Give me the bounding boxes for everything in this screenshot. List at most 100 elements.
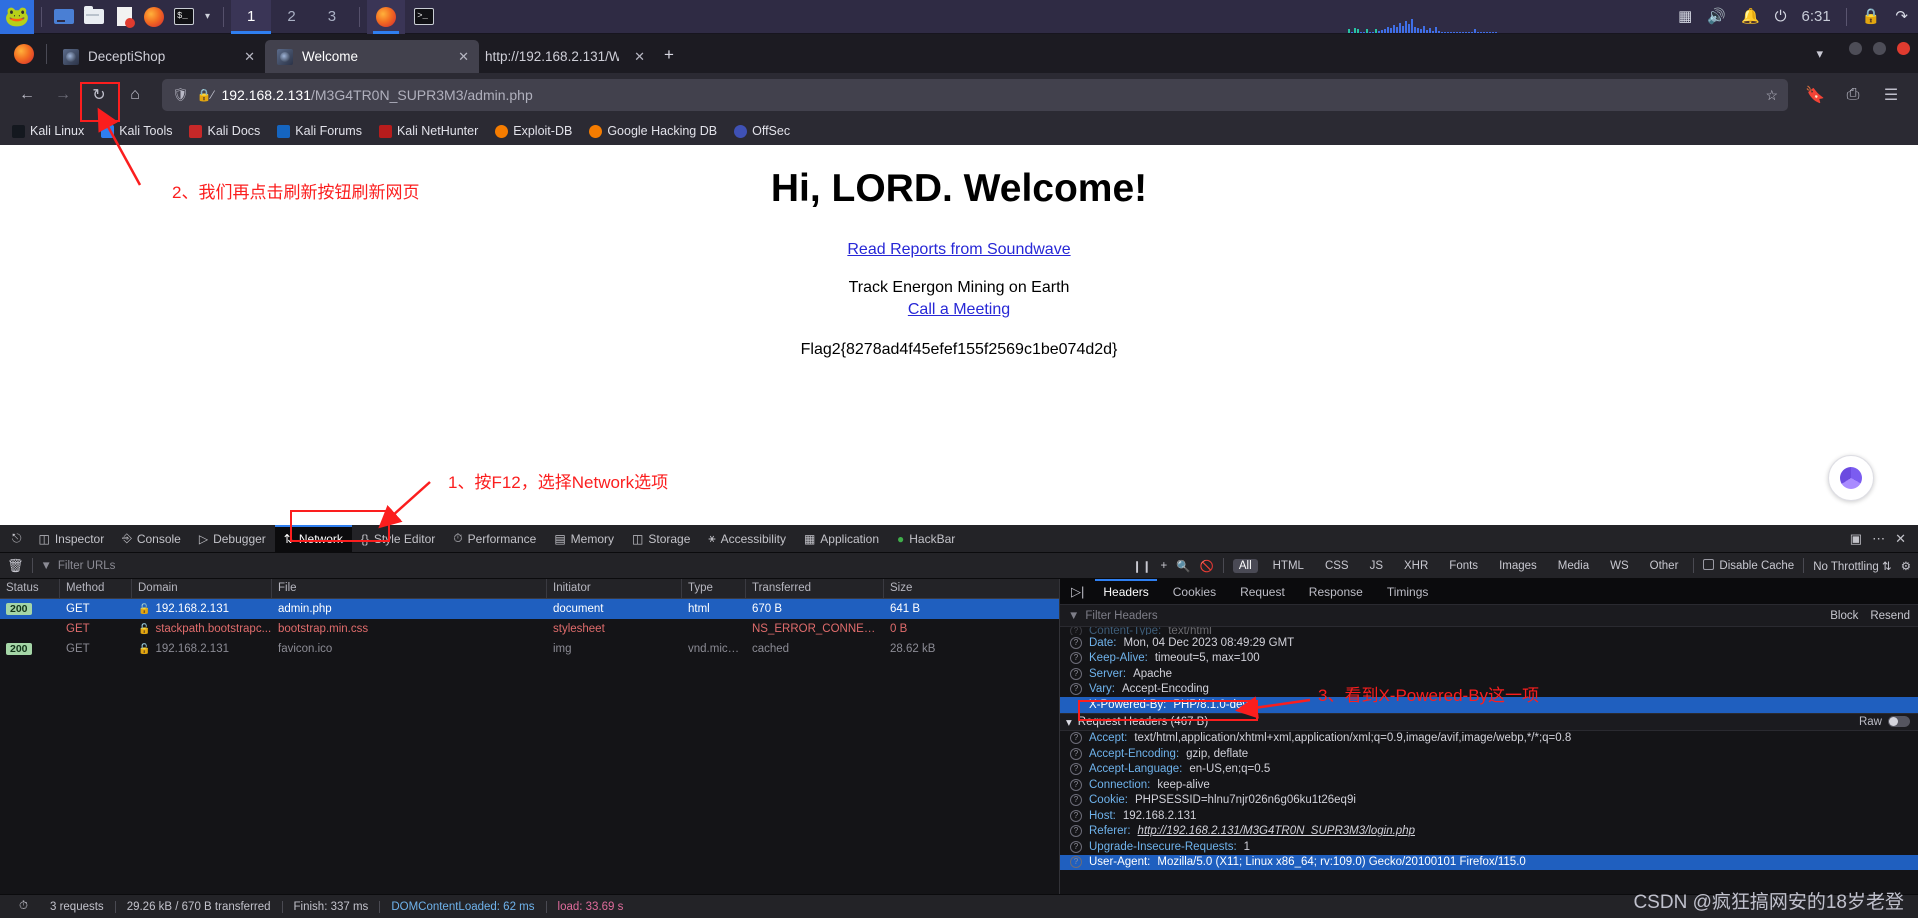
- extensions-icon[interactable]: ⎙: [1836, 79, 1870, 111]
- taskbar-terminal[interactable]: >_: [405, 0, 443, 34]
- logout-icon[interactable]: ↷: [1895, 9, 1908, 24]
- workspace-1[interactable]: 1: [231, 0, 272, 34]
- page-widget-badge[interactable]: [1828, 455, 1874, 501]
- header-row-x-powered-by[interactable]: ?X-Powered-By:PHP/8.1.0-dev: [1060, 697, 1918, 713]
- home-button[interactable]: ⌂: [118, 79, 152, 111]
- reload-button[interactable]: ↻: [82, 79, 116, 111]
- chevron-down-icon[interactable]: ▾: [199, 11, 216, 22]
- header-row[interactable]: ? Cookie: PHPSESSID=hlnu7njr026n6g06ku1t26…: [1060, 793, 1918, 809]
- tab-response[interactable]: Response: [1297, 579, 1375, 605]
- files-icon[interactable]: [49, 2, 79, 32]
- bookmark-star-icon[interactable]: ☆: [1765, 87, 1778, 104]
- tab-headers[interactable]: Headers: [1091, 578, 1160, 605]
- devtools-close-icon[interactable]: ✕: [1895, 531, 1906, 547]
- workspace-3[interactable]: 3: [312, 0, 352, 34]
- col-status[interactable]: Status: [0, 579, 60, 598]
- tab-w4rshii[interactable]: http://192.168.2.131/W4RSHII ✕: [479, 40, 655, 73]
- terminal-icon[interactable]: $_: [169, 2, 199, 32]
- network-settings-icon[interactable]: ⚙: [1901, 559, 1911, 573]
- pause-icon[interactable]: ❙❙: [1132, 559, 1151, 573]
- pick-element-icon[interactable]: ⎋: [4, 525, 30, 553]
- insecure-lock-icon[interactable]: 🔒⁄: [197, 88, 214, 102]
- table-row[interactable]: 200 GET 🔓 192.168.2.131 favicon.ico img v…: [0, 639, 1059, 659]
- headers-list[interactable]: ? Content-Type: text/html ? Date: Mon, 04 De…: [1060, 627, 1918, 894]
- header-row[interactable]: ? Accept-Language: en-US,en;q=0.5: [1060, 762, 1918, 778]
- header-row[interactable]: ? Date: Mon, 04 Dec 2023 08:49:29 GMT: [1060, 635, 1918, 651]
- tab-inspector[interactable]: ◫ Inspector: [30, 525, 114, 553]
- tab-cookies[interactable]: Cookies: [1161, 579, 1228, 605]
- link-read-reports[interactable]: Read Reports from Soundwave: [0, 241, 1918, 259]
- bookmark-kali-docs[interactable]: Kali Docs: [189, 124, 260, 138]
- network-icon[interactable]: ▦: [1678, 9, 1692, 24]
- bookmark-kali-nethunter[interactable]: Kali NetHunter: [378, 124, 478, 138]
- menu-icon[interactable]: ☰: [1874, 79, 1908, 111]
- bookmark-kali-tools[interactable]: Kali Tools: [101, 124, 172, 138]
- folder-icon[interactable]: [79, 2, 109, 32]
- col-method[interactable]: Method: [60, 579, 132, 598]
- tab-console[interactable]: ⎆ Console: [113, 525, 190, 553]
- header-row-user-agent[interactable]: ? User-Agent: Mozilla/5.0 (X11; Linux x86_…: [1060, 854, 1918, 870]
- tab-debugger[interactable]: ▷ Debugger: [190, 525, 275, 553]
- filter-all[interactable]: All: [1232, 558, 1258, 573]
- devtools-options-icon[interactable]: ⋯: [1872, 531, 1885, 547]
- header-row[interactable]: ? Upgrade-Insecure-Requests: 1: [1060, 839, 1918, 855]
- forward-button[interactable]: →: [46, 79, 80, 111]
- back-button[interactable]: ←: [10, 79, 44, 111]
- resend-button[interactable]: Resend: [1870, 610, 1910, 622]
- workspace-2[interactable]: 2: [271, 0, 311, 34]
- taskbar-firefox[interactable]: [367, 0, 406, 34]
- volume-icon[interactable]: 🔊: [1707, 9, 1726, 24]
- shield-icon[interactable]: 🛡: [172, 87, 189, 103]
- tab-welcome[interactable]: Welcome ✕: [265, 40, 479, 73]
- lock-icon[interactable]: 🔒: [1862, 9, 1881, 24]
- header-value-link[interactable]: http://192.168.2.131/M3G4TR0N_SUPR3M3/lo…: [1138, 825, 1415, 837]
- filter-urls-input[interactable]: ▼ Filter URLs: [41, 560, 116, 572]
- link-call-meeting[interactable]: Call a Meeting: [0, 301, 1918, 319]
- header-row[interactable]: ? Accept-Encoding: gzip, deflate: [1060, 746, 1918, 762]
- header-row[interactable]: ? Referer: http://192.168.2.131/M3G4TR0N_S…: [1060, 824, 1918, 840]
- filter-images[interactable]: Images: [1493, 559, 1543, 573]
- filter-fonts[interactable]: Fonts: [1443, 559, 1484, 573]
- tab-network[interactable]: ⇅ Network: [274, 524, 352, 553]
- kali-menu-icon[interactable]: 🐸: [0, 0, 34, 34]
- request-headers-section[interactable]: ▾ Request Headers (467 B) Raw: [1060, 712, 1918, 731]
- filter-css[interactable]: CSS: [1319, 559, 1355, 573]
- col-domain[interactable]: Domain: [132, 579, 272, 598]
- table-row[interactable]: 200 GET 🔓 192.168.2.131 admin.php documen…: [0, 599, 1059, 619]
- col-transferred[interactable]: Transferred: [746, 579, 884, 598]
- bookmark-kali-linux[interactable]: Kali Linux: [12, 124, 84, 138]
- filter-xhr[interactable]: XHR: [1398, 559, 1434, 573]
- filter-js[interactable]: JS: [1364, 559, 1389, 573]
- col-type[interactable]: Type: [682, 579, 746, 598]
- bell-icon[interactable]: 🔔: [1741, 9, 1760, 24]
- close-icon[interactable]: ✕: [634, 49, 645, 65]
- add-request-icon[interactable]: +: [1160, 560, 1167, 572]
- filter-other[interactable]: Other: [1644, 559, 1685, 573]
- col-size[interactable]: Size: [884, 579, 1059, 598]
- tab-performance[interactable]: ⏱ Performance: [444, 525, 545, 553]
- tab-application[interactable]: ▦ Application: [795, 525, 888, 553]
- maximize-button[interactable]: [1873, 42, 1886, 55]
- col-file[interactable]: File: [272, 579, 547, 598]
- firefox-icon[interactable]: [139, 2, 169, 32]
- block-button[interactable]: Block: [1830, 610, 1858, 622]
- disable-cache-checkbox[interactable]: Disable Cache: [1703, 559, 1794, 572]
- document-icon[interactable]: [109, 2, 139, 32]
- list-all-tabs-icon[interactable]: ▾: [1816, 46, 1823, 62]
- header-row[interactable]: ? Vary: Accept-Encoding: [1060, 682, 1918, 698]
- close-icon[interactable]: ✕: [458, 49, 469, 65]
- header-row[interactable]: ? Keep-Alive: timeout=5, max=100: [1060, 651, 1918, 667]
- address-bar[interactable]: 🛡 🔒⁄ 192.168.2.131/M3G4TR0N_SUPR3M3/admi…: [162, 79, 1788, 111]
- close-icon[interactable]: ✕: [244, 49, 255, 65]
- col-initiator[interactable]: Initiator: [547, 579, 682, 598]
- header-row[interactable]: ? Server: Apache: [1060, 666, 1918, 682]
- filter-media[interactable]: Media: [1552, 559, 1595, 573]
- tab-hackbar[interactable]: ● HackBar: [888, 525, 964, 553]
- throttling-select[interactable]: No Throttling ⇅: [1813, 559, 1891, 573]
- tab-memory[interactable]: ▤ Memory: [545, 525, 623, 553]
- header-row[interactable]: ? Host: 192.168.2.131: [1060, 808, 1918, 824]
- clear-requests-icon[interactable]: 🗑: [7, 558, 24, 574]
- bookmark-kali-forums[interactable]: Kali Forums: [277, 124, 362, 138]
- header-row[interactable]: ? Connection: keep-alive: [1060, 777, 1918, 793]
- tab-request[interactable]: Request: [1228, 579, 1297, 605]
